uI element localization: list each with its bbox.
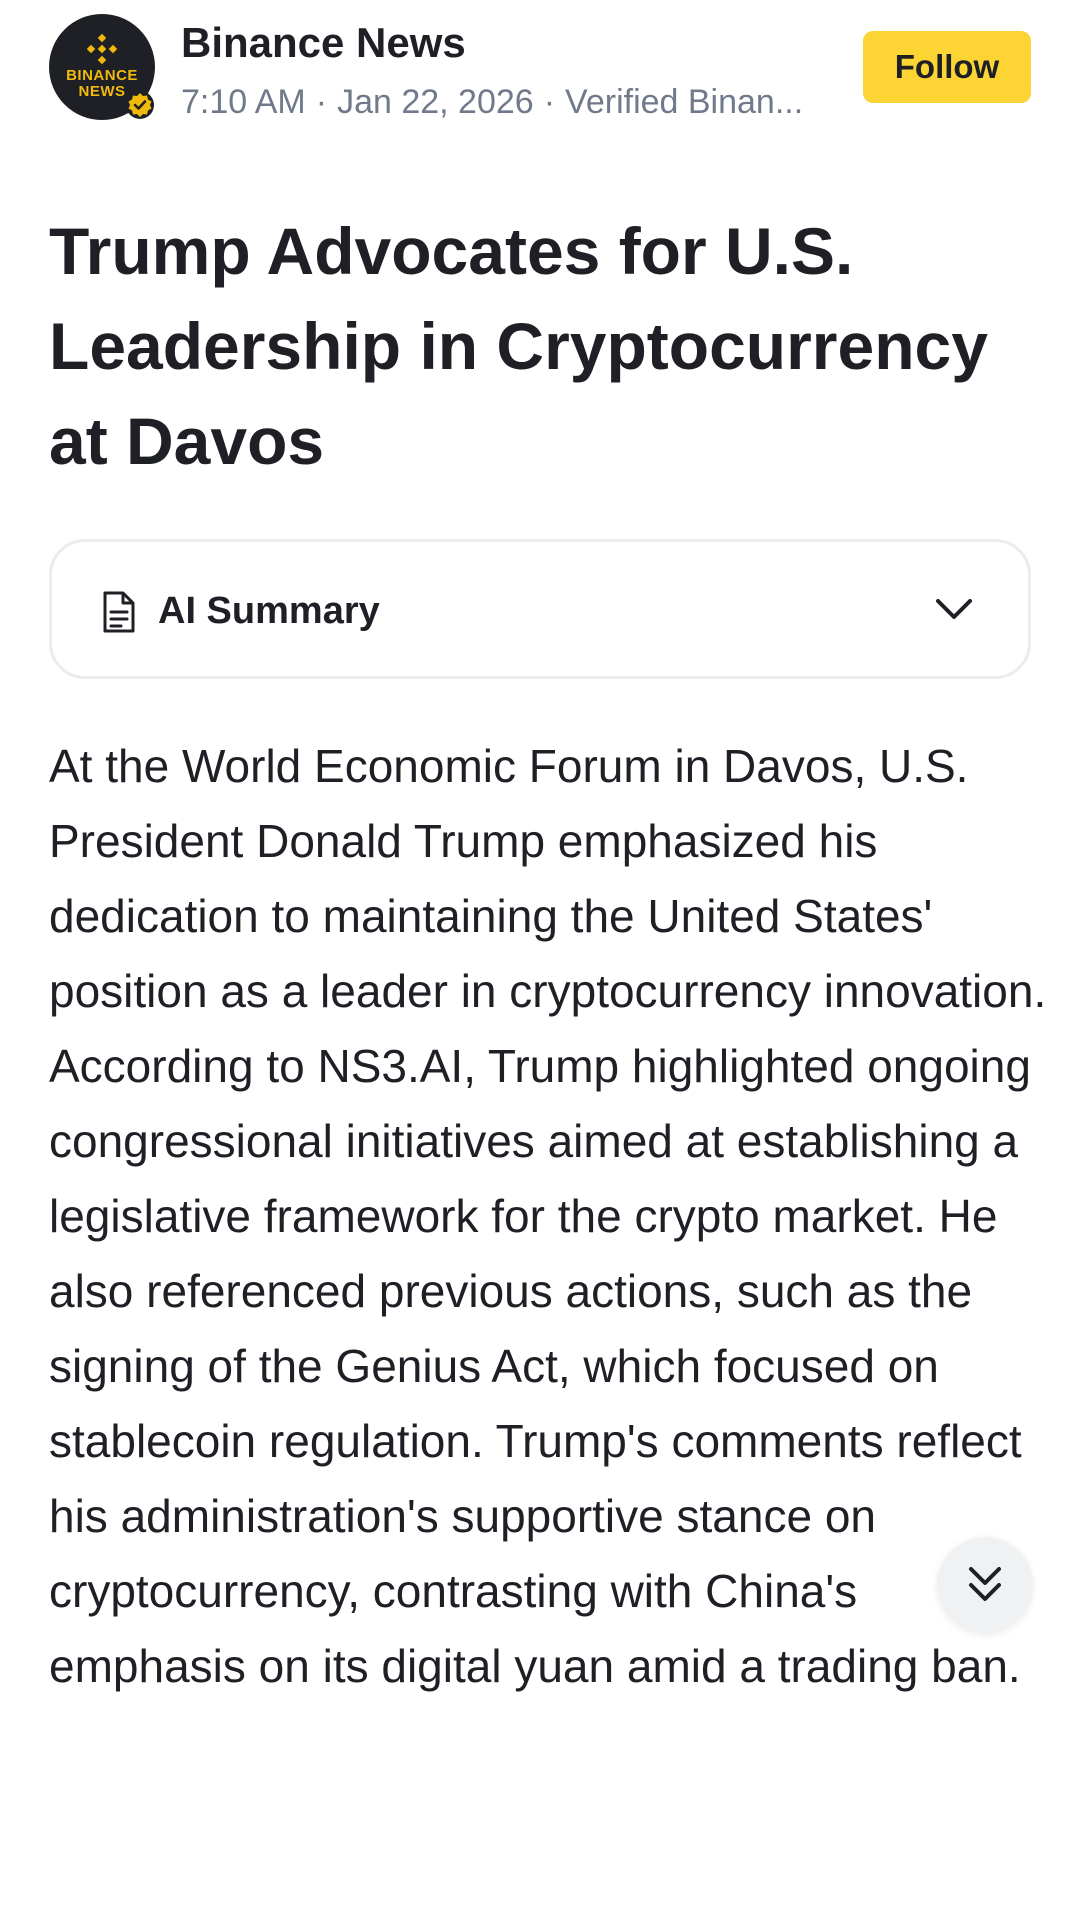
document-icon	[103, 591, 135, 633]
author-avatar[interactable]: BINANCE NEWS	[49, 14, 155, 120]
double-chevron-down-icon	[969, 1567, 1001, 1601]
verified-badge-icon	[126, 91, 154, 119]
meta-separator: ·	[543, 83, 556, 121]
post-source: Verified Binan...	[565, 83, 804, 121]
post-time: 7:10 AM	[181, 83, 306, 121]
ai-summary-toggle[interactable]: AI Summary	[49, 539, 1031, 679]
meta-separator: ·	[315, 83, 328, 121]
article-title: Trump Advocates for U.S. Leadership in C…	[49, 214, 988, 478]
author-name[interactable]: Binance News	[181, 18, 466, 68]
follow-button[interactable]: Follow	[863, 31, 1031, 103]
chevron-down-icon	[936, 599, 972, 619]
post-date: Jan 22, 2026	[337, 83, 534, 121]
article-body: At the World Economic Forum in Davos, U.…	[49, 740, 1047, 1692]
post-header: BINANCE NEWS Binance News 7:10 AM · Jan 22…	[0, 0, 1080, 140]
binance-logo-icon	[87, 34, 117, 64]
scroll-down-button[interactable]	[937, 1537, 1033, 1633]
ai-summary-label: AI Summary	[158, 590, 380, 632]
post-meta: 7:10 AM · Jan 22, 2026 · Verified Binan...	[181, 80, 841, 124]
